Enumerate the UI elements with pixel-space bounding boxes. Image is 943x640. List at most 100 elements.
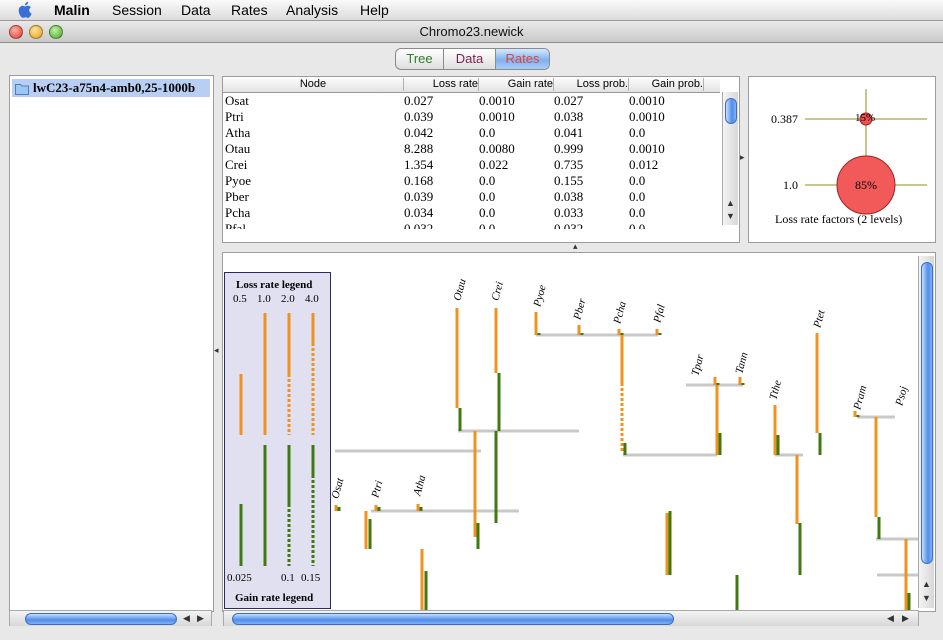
factor-level-2-value: 1.0 bbox=[783, 178, 798, 192]
table-cell: 0.999 bbox=[554, 141, 584, 156]
table-cell: 0.0 bbox=[479, 125, 496, 140]
sidebar-item-label: lwC23-a75n4-amb0,25-1000b bbox=[33, 80, 196, 95]
table-cell: 0.0080 bbox=[479, 141, 515, 156]
splitter-up-icon[interactable]: ▴ bbox=[573, 241, 578, 252]
table-cell: 0.0010 bbox=[479, 109, 515, 124]
table-cell: Otau bbox=[225, 141, 251, 156]
table-cell: Crei bbox=[225, 157, 248, 172]
view-tabs: Tree Data Rates bbox=[395, 48, 550, 70]
table-cell: 0.0 bbox=[479, 189, 496, 204]
table-cell: 0.168 bbox=[404, 173, 434, 188]
table-cell: 0.032 bbox=[554, 221, 584, 229]
tab-rates[interactable]: Rates bbox=[496, 49, 549, 69]
table-row[interactable]: Pber 0.039 0.0 0.038 0.0 bbox=[223, 189, 720, 205]
scroll-down-icon[interactable]: ▼ bbox=[726, 211, 735, 221]
window-footer bbox=[0, 626, 943, 640]
scroll-left-icon[interactable]: ◀ bbox=[183, 613, 190, 624]
table-cell: Pyoe bbox=[225, 173, 251, 188]
table-cell: 0.032 bbox=[404, 221, 434, 229]
table-cell: Pcha bbox=[225, 205, 251, 220]
menu-app-name[interactable]: Malin bbox=[54, 2, 90, 18]
table-row[interactable]: Osat 0.027 0.0010 0.027 0.0010 bbox=[223, 93, 720, 109]
apple-icon[interactable] bbox=[18, 1, 34, 18]
table-cell: 0.735 bbox=[554, 157, 584, 172]
table-cell: 0.0010 bbox=[479, 93, 515, 108]
tree-scroll-left-icon[interactable]: ◀ bbox=[887, 613, 894, 624]
table-vscrollbar[interactable]: ▲ ▼ bbox=[722, 92, 738, 225]
table-cell: 0.155 bbox=[554, 173, 584, 188]
table-cell: 0.041 bbox=[554, 125, 584, 140]
table-cell: 0.038 bbox=[554, 189, 584, 204]
table-cell: 0.0 bbox=[479, 173, 496, 188]
table-row[interactable]: Ptri 0.039 0.0010 0.038 0.0010 bbox=[223, 109, 720, 125]
column-loss-prob[interactable]: Loss prob. bbox=[554, 78, 629, 91]
table-cell: 0.022 bbox=[479, 157, 509, 172]
factor-caption: Loss rate factors (2 levels) bbox=[775, 212, 903, 226]
tree-scroll-down-icon[interactable]: ▼ bbox=[922, 593, 931, 603]
column-gain-rate[interactable]: Gain rate bbox=[479, 78, 554, 91]
table-cell: 0.0 bbox=[629, 205, 646, 220]
table-cell: Pfal bbox=[225, 221, 246, 229]
column-node[interactable]: Node bbox=[223, 78, 404, 91]
tree-vscrollbar[interactable]: ▲ ▼ bbox=[918, 256, 934, 608]
table-cell: 0.0010 bbox=[629, 109, 665, 124]
gain-legend-title: Gain rate legend bbox=[235, 592, 314, 604]
table-cell: Osat bbox=[225, 93, 249, 108]
table-row[interactable]: Pyoe 0.168 0.0 0.155 0.0 bbox=[223, 173, 720, 189]
tab-data[interactable]: Data bbox=[444, 49, 496, 69]
table-cell: 1.354 bbox=[404, 157, 434, 172]
table-row[interactable]: Pfal 0.032 0.0 0.032 0.0 bbox=[223, 221, 720, 229]
table-header: Node Loss rate Gain rate Loss prob. Gain… bbox=[223, 77, 720, 93]
tree-scroll-up-icon[interactable]: ▲ bbox=[922, 579, 931, 589]
table-cell: 0.027 bbox=[554, 93, 584, 108]
menu-analysis[interactable]: Analysis bbox=[286, 2, 338, 18]
scroll-up-icon[interactable]: ▲ bbox=[726, 198, 735, 208]
table-cell: 0.0 bbox=[629, 125, 646, 140]
table-row[interactable]: Otau 8.288 0.0080 0.999 0.0010 bbox=[223, 141, 720, 157]
table-cell: 0.0010 bbox=[629, 141, 665, 156]
table-row[interactable]: Crei 1.354 0.022 0.735 0.012 bbox=[223, 157, 720, 173]
table-cell: 0.027 bbox=[404, 93, 434, 108]
table-row[interactable]: Pcha 0.034 0.0 0.033 0.0 bbox=[223, 205, 720, 221]
gain-legend-value-1: 0.025 bbox=[227, 572, 252, 584]
table-cell: 0.0010 bbox=[629, 93, 665, 108]
factor-level-1-percent: 15% bbox=[855, 112, 876, 124]
tree-hscrollbar[interactable]: ◀ ▶ bbox=[223, 610, 919, 627]
menu-rates[interactable]: Rates bbox=[231, 2, 268, 18]
scroll-right-icon[interactable]: ▶ bbox=[197, 613, 204, 624]
table-cell: 0.039 bbox=[404, 189, 434, 204]
legend-bars bbox=[239, 313, 315, 566]
window-titlebar: Chromo23.newick bbox=[0, 21, 943, 43]
table-cell: 8.288 bbox=[404, 141, 434, 156]
table-cell: 0.0 bbox=[629, 189, 646, 204]
column-loss-rate[interactable]: Loss rate bbox=[404, 78, 479, 91]
splitter-right-icon[interactable]: ▸ bbox=[740, 152, 745, 163]
table-cell: Atha bbox=[225, 125, 251, 140]
sidebar-hscrollbar[interactable]: ◀ ▶ bbox=[9, 610, 212, 627]
sidebar-panel: lwC23-a75n4-amb0,25-1000b bbox=[9, 75, 214, 612]
folder-icon bbox=[15, 84, 29, 95]
table-cell: Ptri bbox=[225, 109, 244, 124]
table-cell: 0.034 bbox=[404, 205, 434, 220]
tree-vscroll-thumb[interactable] bbox=[921, 262, 933, 564]
rates-table: Node Loss rate Gain rate Loss prob. Gain… bbox=[223, 77, 720, 229]
gain-legend-value-2: 0.1 bbox=[281, 572, 295, 584]
table-cell: 0.038 bbox=[554, 109, 584, 124]
rate-legend: Loss rate legend 0.5 1.0 2.0 4.0 0.025 0… bbox=[224, 272, 331, 609]
tree-scroll-right-icon[interactable]: ▶ bbox=[902, 613, 909, 624]
splitter-left-icon[interactable]: ◂ bbox=[214, 345, 219, 356]
menu-session[interactable]: Session bbox=[112, 2, 162, 18]
menu-help[interactable]: Help bbox=[360, 2, 389, 18]
sidebar-item-selected[interactable]: lwC23-a75n4-amb0,25-1000b bbox=[12, 79, 210, 97]
tab-tree[interactable]: Tree bbox=[396, 49, 444, 69]
table-row[interactable]: Atha 0.042 0.0 0.041 0.0 bbox=[223, 125, 720, 141]
gain-legend-value-3: 0.15 bbox=[301, 572, 321, 584]
table-cell: 0.0 bbox=[629, 173, 646, 188]
tree-hscroll-thumb[interactable] bbox=[232, 613, 674, 625]
table-cell: Pber bbox=[225, 189, 249, 204]
menu-data[interactable]: Data bbox=[181, 2, 211, 18]
factor-level-1-value: 0.387 bbox=[771, 112, 798, 126]
sidebar-hscroll-thumb[interactable] bbox=[25, 613, 177, 625]
column-gain-prob[interactable]: Gain prob. bbox=[629, 78, 704, 91]
table-vscroll-thumb[interactable] bbox=[725, 98, 737, 124]
